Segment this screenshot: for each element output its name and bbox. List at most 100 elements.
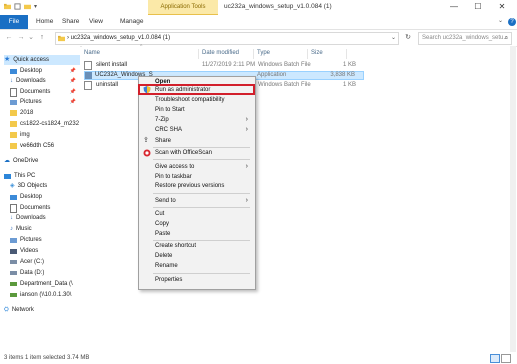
refresh-icon[interactable]: ↻ xyxy=(403,32,413,43)
column-divider[interactable] xyxy=(346,49,347,59)
search-input[interactable]: Search uc232a_windows_setu... ⌕ xyxy=(418,32,512,45)
large-icons-view-icon[interactable] xyxy=(501,354,511,363)
menu-item-create-shortcut[interactable]: Create shortcut xyxy=(138,241,254,251)
nav-music[interactable]: ♪ Music xyxy=(10,224,86,234)
details-view-icon[interactable] xyxy=(490,354,500,363)
menu-item-cut[interactable]: Cut xyxy=(138,209,254,219)
nav-pc-downloads[interactable]: ↓ Downloads xyxy=(10,213,86,223)
expand-ribbon-icon[interactable]: ⌄ xyxy=(498,17,503,24)
document-icon xyxy=(10,87,17,97)
tab-manage[interactable]: Manage xyxy=(120,15,144,29)
address-bar[interactable]: › uc232a_windows_setup_v1.0.084 (1) ⌄ xyxy=(55,32,399,45)
nav-documents[interactable]: Documents 📌 xyxy=(10,87,86,97)
column-divider[interactable] xyxy=(253,49,254,59)
nav-videos[interactable]: Videos xyxy=(10,246,86,256)
menu-item-troubleshoot-compatibility[interactable]: Troubleshoot compatibility xyxy=(138,95,254,105)
batch-file-icon xyxy=(84,81,92,90)
nav-desktop[interactable]: Desktop 📌 xyxy=(10,66,86,76)
computer-icon xyxy=(4,173,11,179)
nav-label: 2018 xyxy=(20,110,34,116)
column-header-type[interactable]: Type xyxy=(257,49,270,58)
pin-icon: 📌 xyxy=(69,68,76,74)
menu-item-send-to[interactable]: Send to › xyxy=(138,196,254,206)
file-size: 3,838 KB xyxy=(330,72,355,78)
nav-downloads[interactable]: ↓ Downloads 📌 xyxy=(10,76,86,86)
new-folder-icon[interactable] xyxy=(24,3,31,10)
folder-icon[interactable] xyxy=(4,3,11,10)
highlight-box xyxy=(138,84,255,95)
column-header-date[interactable]: Date modified xyxy=(202,49,239,58)
star-icon: ★ xyxy=(4,56,11,63)
column-divider[interactable] xyxy=(198,49,199,59)
nav-label: OneDrive xyxy=(13,158,39,164)
maximize-button[interactable]: ☐ xyxy=(466,0,490,14)
menu-item-paste[interactable]: Paste xyxy=(138,229,254,239)
menu-item-scan-officescan[interactable]: Scan with OfficeScan xyxy=(138,148,254,158)
menu-item-7zip[interactable]: 7-Zip › xyxy=(138,115,254,125)
nav-network-drive-department[interactable]: Department_Data (\ xyxy=(10,279,86,289)
recent-locations-icon[interactable]: ⌄ xyxy=(26,32,36,43)
menu-item-give-access-to[interactable]: Give access to › xyxy=(138,162,254,172)
tab-view[interactable]: View xyxy=(89,15,103,29)
pictures-icon xyxy=(10,99,17,105)
file-row[interactable]: silent install 11/27/2019 2:11 PM Window… xyxy=(84,61,364,70)
nav-drive-d[interactable]: Data (D:) xyxy=(10,268,86,278)
menu-item-copy[interactable]: Copy xyxy=(138,219,254,229)
download-icon: ↓ xyxy=(10,215,13,221)
nav-pc-desktop[interactable]: Desktop xyxy=(10,192,86,202)
vertical-scrollbar[interactable] xyxy=(510,46,516,352)
column-header-name[interactable]: Name xyxy=(84,49,100,58)
customize-toolbar-icon[interactable]: ▾ xyxy=(34,3,37,10)
menu-item-properties[interactable]: Properties xyxy=(138,275,254,285)
nav-label: ianson (\\10.0.1.30\ xyxy=(20,292,72,298)
menu-label: Cut xyxy=(155,211,165,217)
nav-onedrive[interactable]: ☁ OneDrive xyxy=(4,156,80,166)
nav-quick-access[interactable]: ★ Quick access xyxy=(4,55,80,65)
close-button[interactable]: ✕ xyxy=(490,0,514,14)
menu-item-restore-previous-versions[interactable]: Restore previous versions xyxy=(138,181,254,191)
desktop-icon xyxy=(10,68,17,74)
menu-item-pin-to-start[interactable]: Pin to Start xyxy=(138,105,254,115)
folder-icon xyxy=(10,110,17,116)
properties-icon[interactable] xyxy=(14,3,21,10)
nav-drive-c[interactable]: Acer (C:) xyxy=(10,257,86,267)
forward-arrow-icon[interactable]: → xyxy=(16,32,26,43)
drive-icon xyxy=(10,271,17,275)
tab-file[interactable]: File xyxy=(0,15,28,29)
column-header-size[interactable]: Size xyxy=(311,49,323,58)
nav-label: Music xyxy=(16,226,32,232)
menu-item-crc-sha[interactable]: CRC SHA › xyxy=(138,125,254,135)
menu-label: Delete xyxy=(155,253,173,259)
menu-separator xyxy=(153,273,250,274)
nav-label: Data (D:) xyxy=(20,270,45,276)
submenu-arrow-icon: › xyxy=(245,197,248,204)
nav-folder-img[interactable]: img xyxy=(10,130,86,140)
nav-network-drive-ianson[interactable]: ianson (\\10.0.1.30\ xyxy=(10,290,86,300)
nav-folder-cs1822[interactable]: cs1822-cs1824_m232 xyxy=(10,119,86,129)
minimize-button[interactable]: — xyxy=(442,0,466,14)
address-dropdown-icon[interactable]: ⌄ xyxy=(391,33,396,44)
nav-network[interactable]: ⛭ Network xyxy=(4,305,80,315)
menu-item-delete[interactable]: Delete xyxy=(138,251,254,261)
nav-folder-2018[interactable]: 2018 xyxy=(10,108,86,118)
nav-folder-ve66dth[interactable]: ve66dth C56 xyxy=(10,141,86,151)
nav-pictures[interactable]: Pictures 📌 xyxy=(10,97,86,107)
tab-share[interactable]: Share xyxy=(62,15,79,29)
pin-icon: 📌 xyxy=(69,89,76,95)
nav-3d-objects[interactable]: ◈ 3D Objects xyxy=(10,181,86,191)
column-divider[interactable] xyxy=(307,49,308,59)
menu-item-rename[interactable]: Rename xyxy=(138,261,254,271)
menu-item-share[interactable]: ⇪ Share xyxy=(138,136,254,146)
back-arrow-icon[interactable]: ← xyxy=(4,32,14,43)
help-icon[interactable]: ? xyxy=(508,18,516,26)
file-name: silent install xyxy=(96,62,128,68)
menu-label: Paste xyxy=(155,231,171,237)
up-arrow-icon[interactable]: ↑ xyxy=(37,32,47,43)
tab-home[interactable]: Home xyxy=(36,15,53,29)
nav-this-pc[interactable]: This PC xyxy=(4,171,80,181)
nav-pc-documents[interactable]: Documents xyxy=(10,203,86,213)
menu-label: Rename xyxy=(155,263,178,269)
nav-pc-pictures[interactable]: Pictures xyxy=(10,235,86,245)
menu-label: Copy xyxy=(155,221,170,227)
application-tools-label: Application Tools xyxy=(148,0,218,16)
